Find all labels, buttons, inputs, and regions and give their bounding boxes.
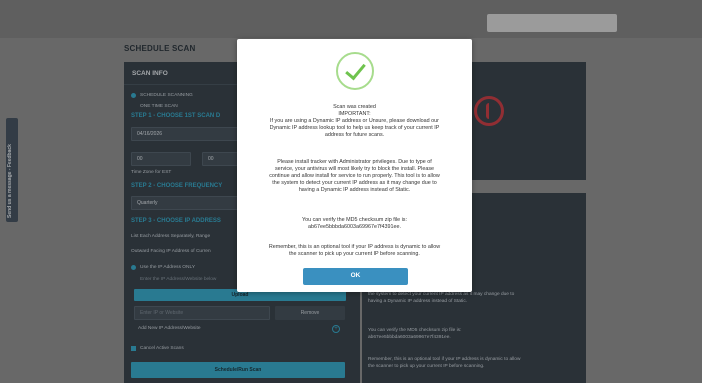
modal-line: IMPORTANT: (338, 111, 371, 117)
modal-line: continue and allow install for service t… (269, 173, 440, 179)
modal-line: Please install tracker with Administrato… (277, 159, 432, 165)
check-circle-icon (336, 52, 374, 90)
ok-label: OK (350, 272, 361, 279)
modal-line: Dynamic IP address lookup tool to help u… (269, 125, 440, 131)
ok-button[interactable]: OK (303, 268, 408, 285)
modal-line: You can verify the MD5 checksum zip file… (302, 217, 407, 223)
modal-line: the system to detect your current IP add… (272, 180, 437, 186)
modal-line: Remember, this is an optional tool if yo… (268, 244, 441, 250)
scan-created-dialog: Scan was created IMPORTANT: If you are u… (237, 39, 472, 292)
modal-line: If you are using a Dynamic IP address or… (270, 118, 439, 124)
modal-line: address for future scans. (324, 132, 385, 138)
modal-line: having a Dynamic IP address instead of S… (298, 187, 411, 193)
modal-line: service, your antivirus will most likely… (274, 166, 435, 172)
modal-line: the scanner to pick up your current IP b… (289, 251, 420, 257)
modal-line: Scan was created (333, 104, 376, 110)
modal-line: ab67ee5bbbda6003a69967e7f4391ee. (308, 224, 401, 230)
